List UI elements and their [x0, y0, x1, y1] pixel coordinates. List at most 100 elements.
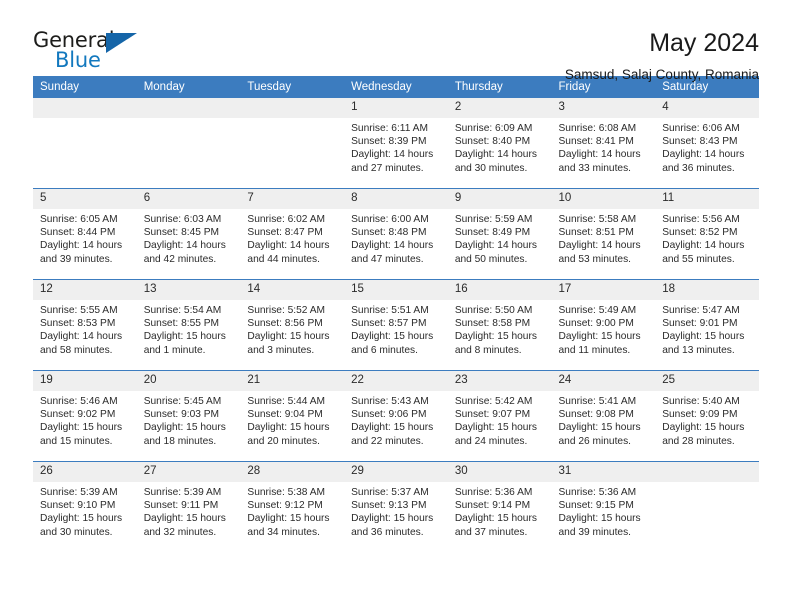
calendar-day-cell[interactable]: 18 Sunrise: 5:47 AM Sunset: 9:01 PM Dayligh… — [655, 279, 759, 371]
day-number: 5 — [33, 189, 137, 209]
daylight-duration-line1: Daylight: 15 hours — [40, 513, 123, 525]
weekday-header-monday: Monday — [136, 76, 241, 98]
calendar-day-cell[interactable]: 28 Sunrise: 5:38 AM Sunset: 9:12 PM Dayligh… — [240, 461, 345, 552]
daylight-duration-line2: and 11 minutes. — [558, 344, 631, 356]
sunrise-time: Sunrise: 6:11 AM — [351, 123, 428, 134]
sunrise-time: Sunrise: 5:39 AM — [40, 487, 118, 498]
calendar-day-cell[interactable]: 19 Sunrise: 5:46 AM Sunset: 9:02 PM Dayligh… — [33, 370, 137, 462]
daylight-duration-line1: Daylight: 15 hours — [143, 331, 226, 343]
sunrise-time: Sunrise: 5:54 AM — [143, 305, 222, 316]
sunset-time: Sunset: 9:14 PM — [454, 500, 531, 512]
daylight-duration-line2: and 53 minutes. — [558, 253, 632, 265]
sunset-time: Sunset: 9:10 PM — [40, 500, 116, 512]
calendar-day-cell[interactable]: 8 Sunrise: 6:00 AM Sunset: 8:48 PM Daylight… — [344, 188, 448, 280]
calendar-day-cell[interactable]: 3 Sunrise: 6:08 AM Sunset: 8:41 PM Daylight… — [551, 98, 656, 189]
weekday-header-sunday: Sunday — [33, 76, 137, 98]
daylight-duration-line2: and 50 minutes. — [454, 253, 528, 265]
logo-text-blue: Blue — [55, 48, 101, 72]
daylight-duration-line2: and 20 minutes. — [247, 435, 320, 447]
daylight-duration-line1: Daylight: 15 hours — [351, 331, 434, 343]
day-number: 14 — [240, 280, 345, 300]
daylight-duration-line2: and 36 minutes. — [351, 526, 424, 538]
calendar-day-cell[interactable]: 20 Sunrise: 5:45 AM Sunset: 9:03 PM Dayligh… — [136, 370, 241, 462]
calendar-day-cell[interactable]: 12 Sunrise: 5:55 AM Sunset: 8:53 PM Dayligh… — [33, 279, 137, 371]
daylight-duration-line1: Daylight: 15 hours — [662, 331, 745, 343]
daylight-duration-line2: and 44 minutes. — [247, 253, 320, 265]
day-details: Sunrise: 5:45 AM Sunset: 9:03 PM Daylight:… — [137, 391, 241, 448]
calendar-day-cell[interactable]: 17 Sunrise: 5:49 AM Sunset: 9:00 PM Dayligh… — [551, 279, 656, 371]
daylight-duration-line1: Daylight: 15 hours — [351, 513, 434, 525]
calendar-day-cell[interactable]: 29 Sunrise: 5:37 AM Sunset: 9:13 PM Dayligh… — [344, 461, 448, 552]
calendar-day-cell[interactable]: 2 Sunrise: 6:09 AM Sunset: 8:40 PM Daylight… — [447, 98, 552, 189]
calendar-day-cell[interactable]: 26 Sunrise: 5:39 AM Sunset: 9:10 PM Dayligh… — [33, 461, 137, 552]
calendar-day-cell[interactable]: 9 Sunrise: 5:59 AM Sunset: 8:49 PM Daylight… — [447, 188, 552, 280]
daylight-duration-line1: Daylight: 14 hours — [143, 240, 226, 252]
calendar-day-cell[interactable]: 1 Sunrise: 6:11 AM Sunset: 8:39 PM Daylight… — [344, 98, 448, 189]
daylight-duration-line2: and 30 minutes. — [454, 162, 528, 174]
daylight-duration-line1: Daylight: 15 hours — [143, 513, 226, 525]
day-details: Sunrise: 6:09 AM Sunset: 8:40 PM Daylight:… — [448, 118, 552, 175]
day-details: Sunrise: 6:08 AM Sunset: 8:41 PM Daylight:… — [552, 118, 656, 175]
day-number — [655, 462, 759, 482]
calendar-day-cell[interactable]: 21 Sunrise: 5:44 AM Sunset: 9:04 PM Dayligh… — [240, 370, 345, 462]
day-details: Sunrise: 5:52 AM Sunset: 8:56 PM Daylight:… — [240, 300, 344, 357]
calendar-day-cell[interactable]: 27 Sunrise: 5:39 AM Sunset: 9:11 PM Dayligh… — [136, 461, 241, 552]
calendar-day-cell[interactable]: 5 Sunrise: 6:05 AM Sunset: 8:44 PM Daylight… — [33, 188, 137, 280]
calendar-day-cell[interactable]: 25 Sunrise: 5:40 AM Sunset: 9:09 PM Dayligh… — [655, 370, 759, 462]
day-number — [33, 98, 137, 118]
daylight-duration-line1: Daylight: 15 hours — [454, 422, 537, 434]
calendar-day-cell[interactable]: 10 Sunrise: 5:58 AM Sunset: 8:51 PM Dayligh… — [551, 188, 656, 280]
calendar-day-cell[interactable]: 14 Sunrise: 5:52 AM Sunset: 8:56 PM Dayligh… — [240, 279, 345, 371]
calendar-day-cell[interactable]: 30 Sunrise: 5:36 AM Sunset: 9:14 PM Dayligh… — [447, 461, 552, 552]
sunset-time: Sunset: 8:55 PM — [143, 318, 220, 330]
day-number: 30 — [447, 462, 552, 482]
month-calendar: Sunday Monday Tuesday Wednesday Thursday… — [33, 76, 759, 552]
daylight-duration-line1: Daylight: 15 hours — [558, 331, 641, 343]
weekday-header-tuesday: Tuesday — [240, 76, 345, 98]
daylight-duration-line2: and 6 minutes. — [351, 344, 418, 356]
general-blue-logo[interactable]: General Blue — [33, 28, 145, 74]
calendar-day-cell[interactable]: 31 Sunrise: 5:36 AM Sunset: 9:15 PM Dayligh… — [551, 461, 656, 552]
daylight-duration-line2: and 36 minutes. — [662, 162, 735, 174]
day-number: 15 — [344, 280, 448, 300]
calendar-day-cell[interactable]: 23 Sunrise: 5:42 AM Sunset: 9:07 PM Dayligh… — [447, 370, 552, 462]
daylight-duration-line2: and 55 minutes. — [662, 253, 735, 265]
daylight-duration-line1: Daylight: 15 hours — [558, 422, 641, 434]
day-details: Sunrise: 5:54 AM Sunset: 8:55 PM Daylight:… — [137, 300, 241, 357]
calendar-day-cell[interactable]: 11 Sunrise: 5:56 AM Sunset: 8:52 PM Dayligh… — [655, 188, 759, 280]
weekday-header-thursday: Thursday — [447, 76, 552, 98]
daylight-duration-line2: and 33 minutes. — [558, 162, 632, 174]
calendar-day-cell[interactable]: 13 Sunrise: 5:54 AM Sunset: 8:55 PM Dayligh… — [136, 279, 241, 371]
daylight-duration-line2: and 28 minutes. — [662, 435, 735, 447]
daylight-duration-line2: and 15 minutes. — [40, 435, 113, 447]
sunset-time: Sunset: 8:48 PM — [351, 227, 427, 239]
daylight-duration-line1: Daylight: 15 hours — [662, 422, 745, 434]
sunset-time: Sunset: 8:58 PM — [454, 318, 531, 330]
calendar-day-cell-empty — [240, 98, 345, 189]
daylight-duration-line2: and 39 minutes. — [40, 253, 113, 265]
day-number: 3 — [551, 98, 656, 118]
daylight-duration-line2: and 37 minutes. — [454, 526, 528, 538]
sunset-time: Sunset: 9:03 PM — [143, 409, 220, 421]
day-details: Sunrise: 6:03 AM Sunset: 8:45 PM Daylight:… — [137, 209, 241, 266]
day-number: 18 — [655, 280, 759, 300]
day-number: 12 — [33, 280, 137, 300]
calendar-day-cell[interactable]: 4 Sunrise: 6:06 AM Sunset: 8:43 PM Daylight… — [655, 98, 759, 189]
calendar-day-cell[interactable]: 7 Sunrise: 6:02 AM Sunset: 8:47 PM Daylight… — [240, 188, 345, 280]
sunset-time: Sunset: 9:13 PM — [351, 500, 427, 512]
page-title: May 2024 — [649, 29, 759, 57]
day-number: 23 — [447, 371, 552, 391]
triangle-icon — [106, 33, 137, 53]
day-details: Sunrise: 5:37 AM Sunset: 9:13 PM Daylight:… — [344, 482, 448, 539]
calendar-week-row: 26 Sunrise: 5:39 AM Sunset: 9:10 PM Dayligh… — [33, 461, 759, 552]
calendar-day-cell[interactable]: 24 Sunrise: 5:41 AM Sunset: 9:08 PM Dayligh… — [551, 370, 656, 462]
sunrise-time: Sunrise: 6:05 AM — [40, 214, 118, 225]
calendar-day-cell[interactable]: 16 Sunrise: 5:50 AM Sunset: 8:58 PM Dayligh… — [447, 279, 552, 371]
day-number: 19 — [33, 371, 137, 391]
calendar-day-cell[interactable]: 6 Sunrise: 6:03 AM Sunset: 8:45 PM Daylight… — [136, 188, 241, 280]
calendar-day-cell[interactable]: 22 Sunrise: 5:43 AM Sunset: 9:06 PM Dayligh… — [344, 370, 448, 462]
day-number — [136, 98, 241, 118]
daylight-duration-line1: Daylight: 14 hours — [40, 240, 123, 252]
day-number: 29 — [344, 462, 448, 482]
calendar-day-cell[interactable]: 15 Sunrise: 5:51 AM Sunset: 8:57 PM Dayligh… — [344, 279, 448, 371]
